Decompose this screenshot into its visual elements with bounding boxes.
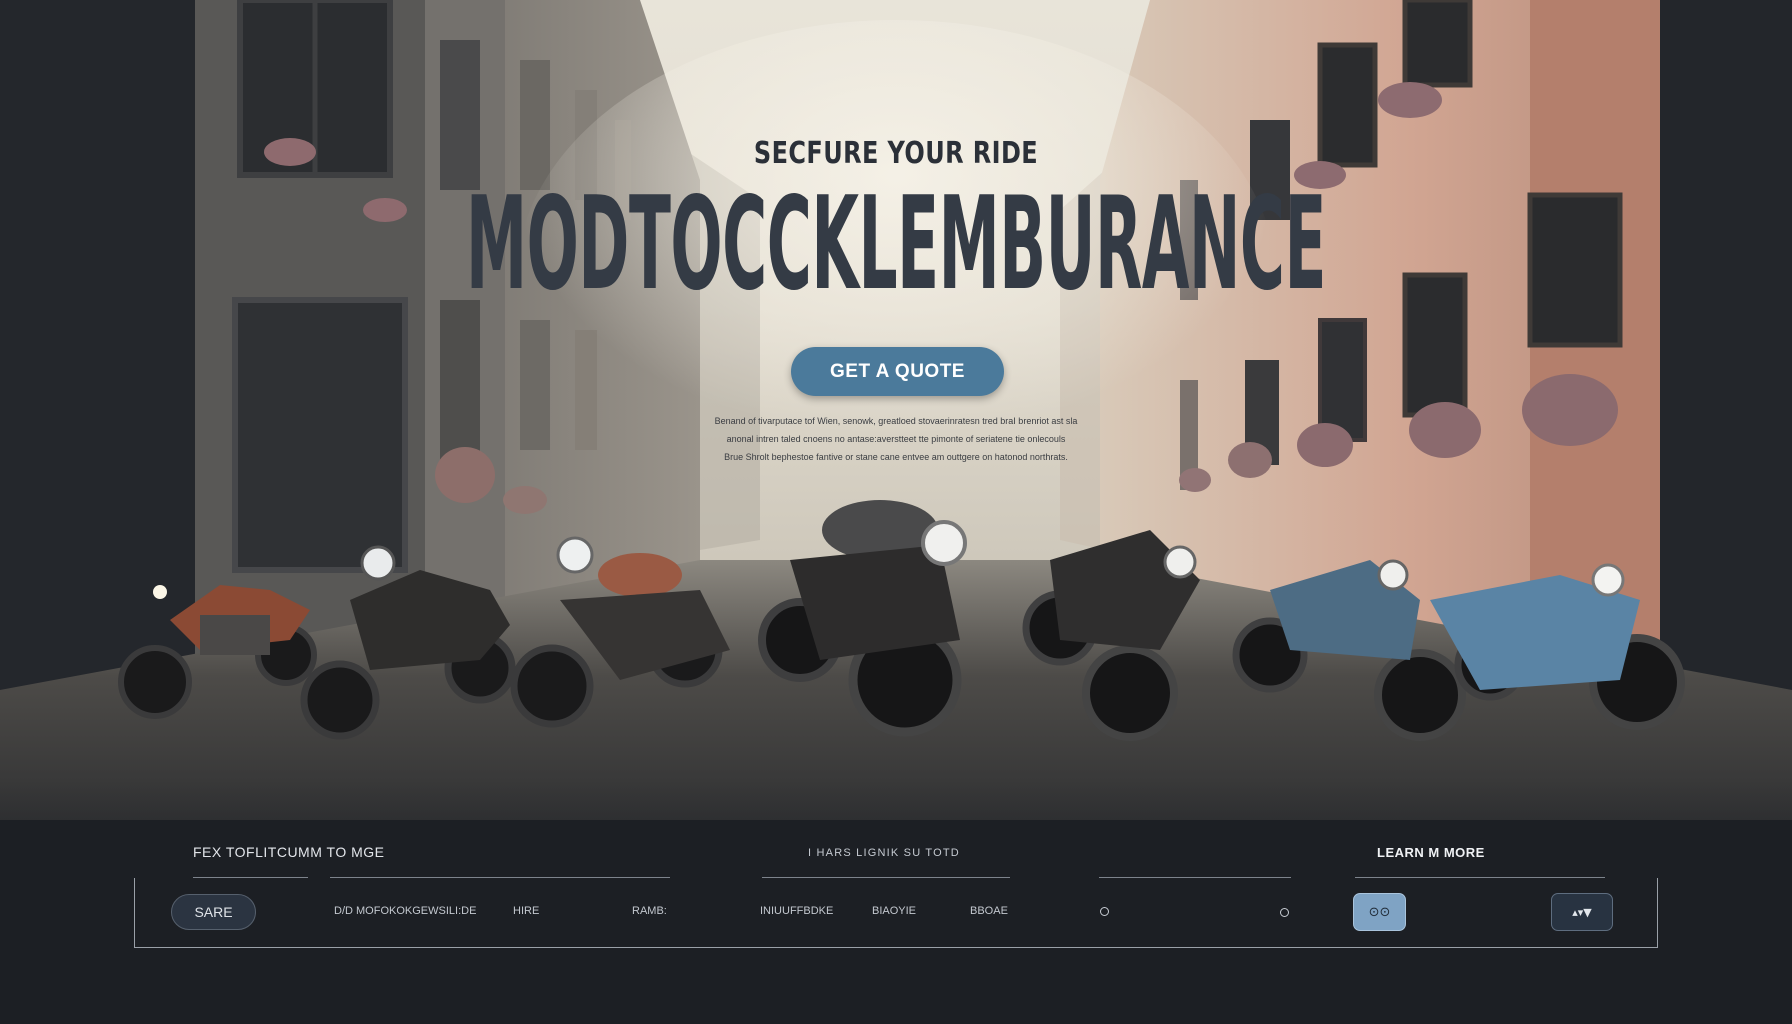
link-icon: ⊙⊙ <box>1368 904 1391 920</box>
nav-link[interactable]: INIUUFFBDKE <box>760 905 833 917</box>
hero-description-line: Benand of tivarputace tof Wien, senowk, … <box>714 416 1078 426</box>
sare-button[interactable]: SARE <box>171 894 256 930</box>
nav-link[interactable]: RAMB: <box>632 905 667 917</box>
hero-tagline: SECFURE YOUR RIDE <box>753 136 1039 171</box>
hero-description-line: Brue Shrolt bephestoe fantive or stane c… <box>724 452 1068 462</box>
chevron-down-icon: ▴▾▼ <box>1572 905 1592 919</box>
nav-link[interactable]: BIAOYIE <box>872 905 916 917</box>
get-quote-button[interactable]: GET A QUOTE <box>791 347 1004 396</box>
bottom-heading-center: I HARS LIGNIK SU TOTD <box>808 847 960 859</box>
nav-link[interactable]: D/D MOFOKOKGEWSILI:DE <box>334 905 476 917</box>
bottom-heading-left: FEX TOFLITCUMM TO MGE <box>193 844 385 860</box>
menu-dropdown-button[interactable]: ▴▾▼ <box>1551 893 1613 931</box>
hero-title: MODTOCCKLEMBURANCE <box>466 170 1326 319</box>
learn-more-link[interactable]: LEARN M MORE <box>1377 845 1485 860</box>
settings-toggle-button[interactable]: ⊙⊙ <box>1353 893 1406 931</box>
radio-option[interactable] <box>1100 907 1109 916</box>
radio-option[interactable] <box>1280 908 1289 917</box>
nav-link[interactable]: BBOAE <box>970 905 1008 917</box>
nav-link[interactable]: HIRE <box>513 905 539 917</box>
hero-description-line: anonal intren taled cnoens no antase:ave… <box>726 434 1066 444</box>
